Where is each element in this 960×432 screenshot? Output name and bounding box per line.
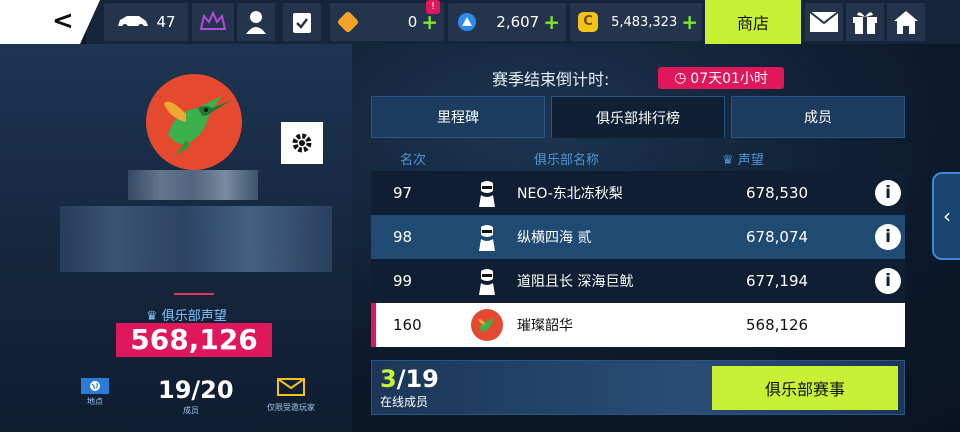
blue-token-icon: [458, 13, 476, 31]
location-info[interactable]: 地点: [80, 378, 110, 407]
row-rank: 160: [393, 316, 422, 334]
leaderboard-row[interactable]: 97 NEO-东北冻秋梨 678,530 i: [371, 171, 905, 215]
club-reputation-text: 俱乐部声望: [161, 309, 227, 324]
invite-only-label: 仅限受邀玩家: [267, 403, 315, 412]
row-club-name: NEO-东北冻秋梨: [517, 186, 623, 202]
online-members-label: 在线成员: [380, 395, 429, 409]
gear-icon: [292, 133, 312, 153]
garage-counter[interactable]: 47: [104, 3, 188, 41]
location-label: 地点: [87, 397, 103, 406]
info-button[interactable]: i: [875, 180, 901, 206]
tab-members[interactable]: 成员: [731, 96, 905, 138]
coin-icon: C: [578, 12, 598, 32]
season-countdown-timer: ◷ 07天01小时: [658, 67, 784, 89]
currency-3-value: 5,483,323: [611, 14, 678, 30]
row-club-name: 璀璨韶华: [517, 318, 573, 334]
crown-icon: ♛: [722, 153, 738, 168]
info-button[interactable]: i: [875, 268, 901, 294]
leaderboard-row[interactable]: 99 道阻且长 深海巨鱿 677,194 i: [371, 259, 905, 303]
tasks-button[interactable]: [283, 3, 321, 41]
info-button[interactable]: i: [875, 224, 901, 250]
default-club-logo-icon: [471, 265, 503, 297]
back-arrow-icon: <: [52, 6, 74, 36]
row-rank: 99: [393, 272, 413, 290]
club-emblem: [146, 74, 242, 170]
clipboard-check-icon: [293, 13, 311, 33]
shop-button[interactable]: 商店: [705, 0, 801, 44]
mail-icon: [809, 11, 839, 32]
row-score: 677,194: [746, 272, 809, 290]
currency-2-value: 2,607: [496, 13, 540, 31]
currency-blue[interactable]: 2,607 +: [448, 3, 566, 41]
home-button[interactable]: [887, 3, 925, 41]
online-current: 3: [380, 365, 397, 393]
members-count: 19/20: [158, 376, 234, 404]
row-score: 568,126: [746, 316, 809, 334]
club-description-blurred: [60, 206, 332, 272]
leaderboard-row[interactable]: 98 纵横四海 贰 678,074 i: [371, 215, 905, 259]
side-panel-toggle[interactable]: ‹: [932, 172, 960, 260]
gift-button[interactable]: [846, 3, 884, 41]
row-rank: 97: [393, 184, 413, 202]
members-label: 成员: [183, 406, 199, 415]
row-score: 678,074: [746, 228, 809, 246]
currency-coins[interactable]: C 5,483,323 +: [570, 3, 702, 41]
season-countdown-label: 赛季结束倒计时:: [492, 70, 610, 89]
home-icon: [894, 11, 918, 34]
club-tabs: 里程碑 俱乐部排行榜 成员: [371, 96, 905, 138]
club-name-blurred: [128, 170, 258, 200]
club-events-button[interactable]: 俱乐部赛事: [712, 366, 898, 410]
row-score: 678,530: [746, 184, 809, 202]
globe-icon: [81, 378, 109, 394]
column-rank: 名次: [400, 153, 427, 168]
crown-icon: ♛: [146, 309, 162, 324]
user-icon: [246, 11, 266, 34]
orange-gem-icon: [336, 10, 360, 34]
crown-rank-icon: [199, 11, 227, 30]
invite-only-info[interactable]: 仅限受邀玩家: [258, 378, 324, 413]
default-club-logo-icon: [471, 177, 503, 209]
online-total: /19: [396, 365, 439, 393]
add-currency-3-button[interactable]: +: [681, 10, 698, 34]
default-club-logo-icon: [471, 221, 503, 253]
club-settings-button[interactable]: [281, 122, 323, 164]
rank-icon-button[interactable]: [192, 3, 234, 41]
add-currency-2-button[interactable]: +: [543, 10, 560, 34]
invite-mail-icon: [277, 378, 305, 396]
car-icon: [118, 16, 149, 30]
mail-button[interactable]: [805, 3, 843, 41]
countdown-value: 07天01小时: [690, 71, 768, 87]
tab-club-leaderboard[interactable]: 俱乐部排行榜: [551, 96, 725, 138]
column-reputation: ♛ 声望: [722, 149, 764, 168]
back-button[interactable]: <: [0, 0, 100, 44]
row-club-name: 纵横四海 贰: [517, 230, 592, 246]
club-emblem-small-icon: [471, 309, 503, 341]
notification-badge-icon: !: [426, 0, 440, 14]
row-rank: 98: [393, 228, 413, 246]
column-reputation-text: 声望: [737, 153, 764, 168]
divider: [174, 293, 214, 295]
club-reputation-label: ♛ 俱乐部声望: [146, 305, 227, 324]
clock-icon: ◷: [674, 70, 687, 86]
online-members-count: 3/19: [380, 365, 439, 393]
leaderboard-row-own-club[interactable]: 160 璀璨韶华 568,126: [371, 303, 905, 347]
row-club-name: 道阻且长 深海巨鱿: [517, 274, 634, 290]
column-club-name: 俱乐部名称: [534, 153, 600, 168]
tab-milestones[interactable]: 里程碑: [371, 96, 545, 138]
chevron-left-icon: ‹: [943, 204, 951, 228]
currency-1-value: 0: [407, 13, 418, 31]
hummingbird-logo-icon: [164, 96, 232, 156]
gift-icon: [853, 12, 877, 34]
top-bar: < 47 0 + ! 2,607 + C 5,483,323 + 商店: [0, 0, 960, 44]
profile-button[interactable]: [237, 3, 275, 41]
club-reputation-value: 568,126: [116, 323, 272, 357]
cars-count: 47: [156, 13, 176, 31]
